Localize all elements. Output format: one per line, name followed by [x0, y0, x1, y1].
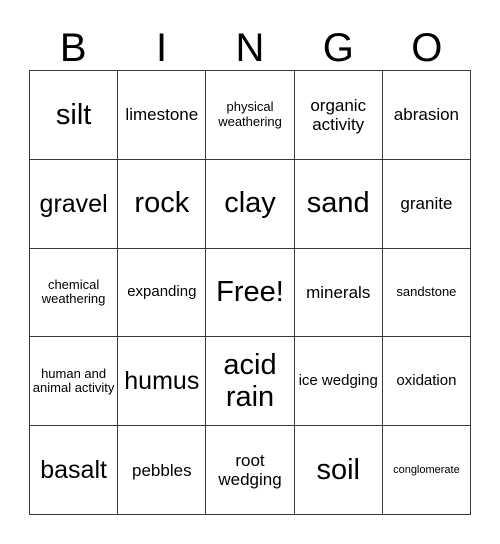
bingo-card: B I N G O silt limestone physical weathe… [29, 18, 472, 516]
bingo-header-letter-i: I [156, 26, 168, 70]
bingo-cell[interactable]: sand [294, 159, 383, 249]
bingo-cell[interactable]: basalt [30, 426, 119, 515]
bingo-header-row: B I N G O [29, 18, 471, 70]
bingo-header-letter-o: O [411, 26, 443, 70]
bingo-cell[interactable]: sandstone [382, 248, 472, 338]
bingo-cell[interactable]: conglomerate [382, 426, 472, 515]
bingo-cell[interactable]: limestone [118, 71, 207, 160]
bingo-cell[interactable]: human and animal activity [30, 337, 119, 427]
bingo-header-letter-g: G [322, 26, 354, 70]
bingo-cell[interactable]: root wedging [206, 426, 295, 515]
bingo-cell-free-space[interactable]: Free! [206, 248, 295, 338]
bingo-cell[interactable]: soil [294, 426, 383, 515]
bingo-cell[interactable]: oxidation [382, 337, 472, 427]
bingo-header-letter-n: N [235, 26, 265, 70]
bingo-row: gravel rock clay sand granite [30, 159, 472, 249]
bingo-cell[interactable]: silt [30, 71, 119, 160]
bingo-cell[interactable]: abrasion [382, 71, 472, 160]
bingo-grid: silt limestone physical weathering organ… [29, 70, 472, 515]
bingo-cell[interactable]: gravel [30, 159, 119, 249]
bingo-row: basalt pebbles root wedging soil conglom… [30, 426, 472, 515]
bingo-cell[interactable]: physical weathering [206, 71, 295, 160]
bingo-header-letter-b: B [59, 26, 87, 70]
bingo-cell[interactable]: clay [206, 159, 295, 249]
bingo-row: human and animal activity humus acid rai… [30, 337, 472, 427]
bingo-cell[interactable]: pebbles [118, 426, 207, 515]
bingo-cell[interactable]: acid rain [206, 337, 295, 427]
bingo-cell[interactable]: minerals [294, 248, 383, 338]
bingo-row: chemical weathering expanding Free! mine… [30, 248, 472, 338]
bingo-cell[interactable]: granite [382, 159, 472, 249]
bingo-cell[interactable]: humus [118, 337, 207, 427]
bingo-row: silt limestone physical weathering organ… [30, 71, 472, 160]
bingo-cell[interactable]: chemical weathering [30, 248, 119, 338]
bingo-cell[interactable]: rock [118, 159, 207, 249]
bingo-cell[interactable]: expanding [118, 248, 207, 338]
bingo-cell[interactable]: organic activity [294, 71, 383, 160]
bingo-cell[interactable]: ice wedging [294, 337, 383, 427]
